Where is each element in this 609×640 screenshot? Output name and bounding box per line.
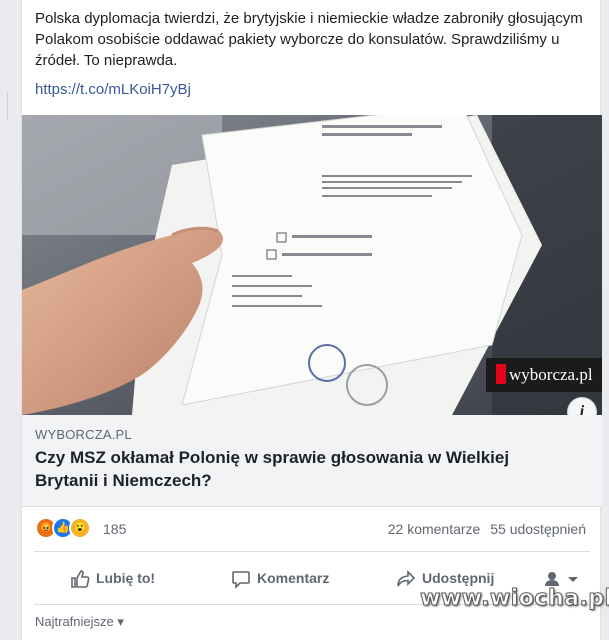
link-domain: WYBORCZA.PL <box>35 427 132 442</box>
source-badge: wyborcza.pl <box>486 358 602 392</box>
comments-count[interactable]: 22 komentarze <box>388 521 481 537</box>
engagement-counts: 22 komentarze 55 udostępnień <box>382 521 586 537</box>
post-card: Polska dyplomacja twierdzi, że brytyjski… <box>21 0 602 640</box>
comment-button[interactable]: Komentarz <box>231 556 329 600</box>
brand-mark-icon <box>496 364 506 384</box>
link-preview[interactable]: WYBORCZA.PL Czy MSZ okłamał Polonię w sp… <box>22 415 602 507</box>
like-button[interactable]: Lubię to! <box>70 556 155 600</box>
post-link[interactable]: https://t.co/mLKoiH7yBj <box>35 81 191 98</box>
comment-sort-dropdown[interactable]: Najtrafniejsze ▾ <box>35 614 124 630</box>
wow-icon: 😮 <box>69 517 91 539</box>
reactions-count: 185 <box>103 521 127 537</box>
divider <box>34 551 590 552</box>
shares-count[interactable]: 55 udostępnień <box>490 521 586 537</box>
gutter-mark <box>0 92 8 120</box>
post-photo[interactable]: wyborcza.pl i <box>22 115 602 415</box>
site-watermark: www.wiocha.pl <box>420 586 609 612</box>
stats-bar: 😡 👍 😮 185 22 komentarze 55 udostępnień <box>22 507 602 551</box>
thumbs-up-icon <box>71 570 90 589</box>
comment-icon <box>232 571 250 590</box>
friends-dropdown-icon <box>545 572 578 587</box>
post-text: Polska dyplomacja twierdzi, że brytyjski… <box>35 10 583 69</box>
left-gutter <box>0 0 21 624</box>
link-title[interactable]: Czy MSZ okłamał Polonię w sprawie głosow… <box>35 446 575 492</box>
share-icon <box>397 570 416 587</box>
